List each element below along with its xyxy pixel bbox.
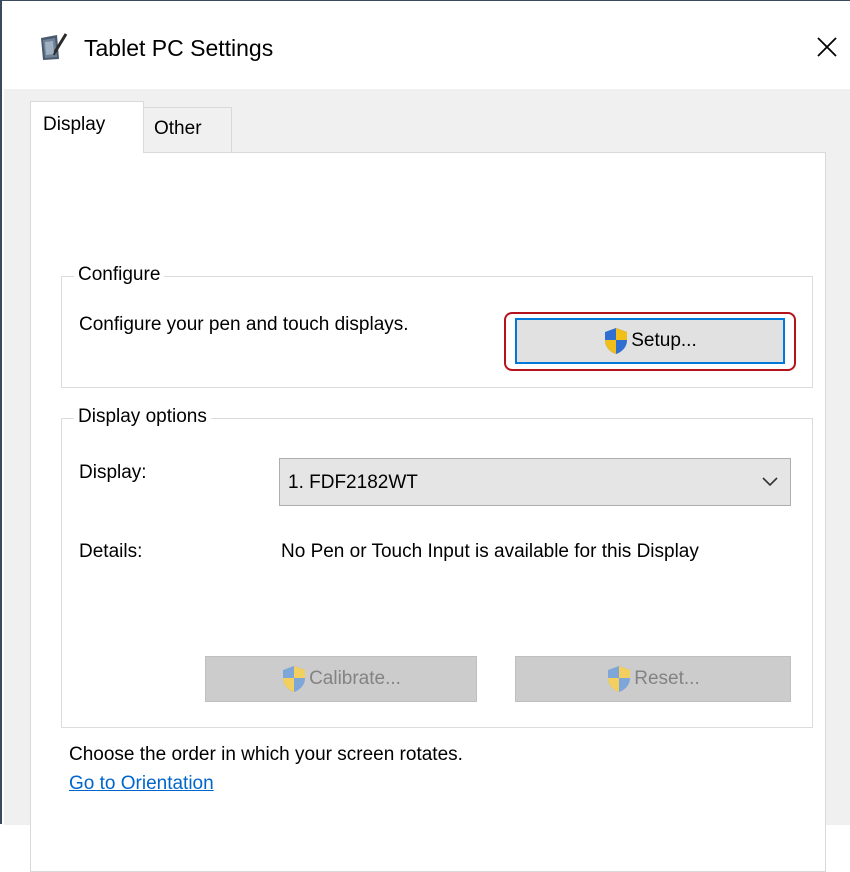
details-label: Details: xyxy=(79,541,143,562)
configure-description: Configure your pen and touch displays. xyxy=(79,314,409,335)
uac-shield-icon xyxy=(608,666,631,692)
tab-display[interactable]: Display xyxy=(30,101,144,153)
calibrate-button-label: Calibrate... xyxy=(309,668,401,689)
chevron-down-icon xyxy=(762,477,778,487)
setup-button[interactable]: Setup... xyxy=(515,318,785,364)
reset-button-label: Reset... xyxy=(634,668,700,689)
display-label: Display: xyxy=(79,462,147,483)
tab-other[interactable]: Other xyxy=(144,107,232,153)
display-options-caption: Display options xyxy=(74,404,211,430)
reset-button[interactable]: Reset... xyxy=(515,656,791,702)
orientation-text: Choose the order in which your screen ro… xyxy=(69,744,463,765)
tab-display-label: Display xyxy=(43,114,106,135)
window-title: Tablet PC Settings xyxy=(84,35,274,61)
display-tab-panel: Configure Configure your pen and touch d… xyxy=(30,152,826,872)
tablet-pc-settings-window: Tablet PC Settings Other Display Configu… xyxy=(0,0,850,872)
setup-button-label: Setup... xyxy=(631,330,697,351)
configure-group-caption: Configure xyxy=(74,262,165,288)
calibrate-button[interactable]: Calibrate... xyxy=(205,656,477,702)
dialog-client-area: Other Display Configure Configure your p… xyxy=(4,89,850,872)
uac-shield-icon xyxy=(605,328,628,354)
close-icon[interactable] xyxy=(810,30,844,64)
display-select-value: 1. FDF2182WT xyxy=(288,472,418,493)
title-bar[interactable]: Tablet PC Settings xyxy=(4,2,850,88)
uac-shield-icon xyxy=(283,666,306,692)
tab-other-label: Other xyxy=(154,118,202,139)
go-to-orientation-link[interactable]: Go to Orientation xyxy=(69,771,214,797)
tablet-pen-icon xyxy=(41,33,68,60)
details-value: No Pen or Touch Input is available for t… xyxy=(281,541,699,562)
display-select[interactable]: 1. FDF2182WT xyxy=(279,458,791,506)
